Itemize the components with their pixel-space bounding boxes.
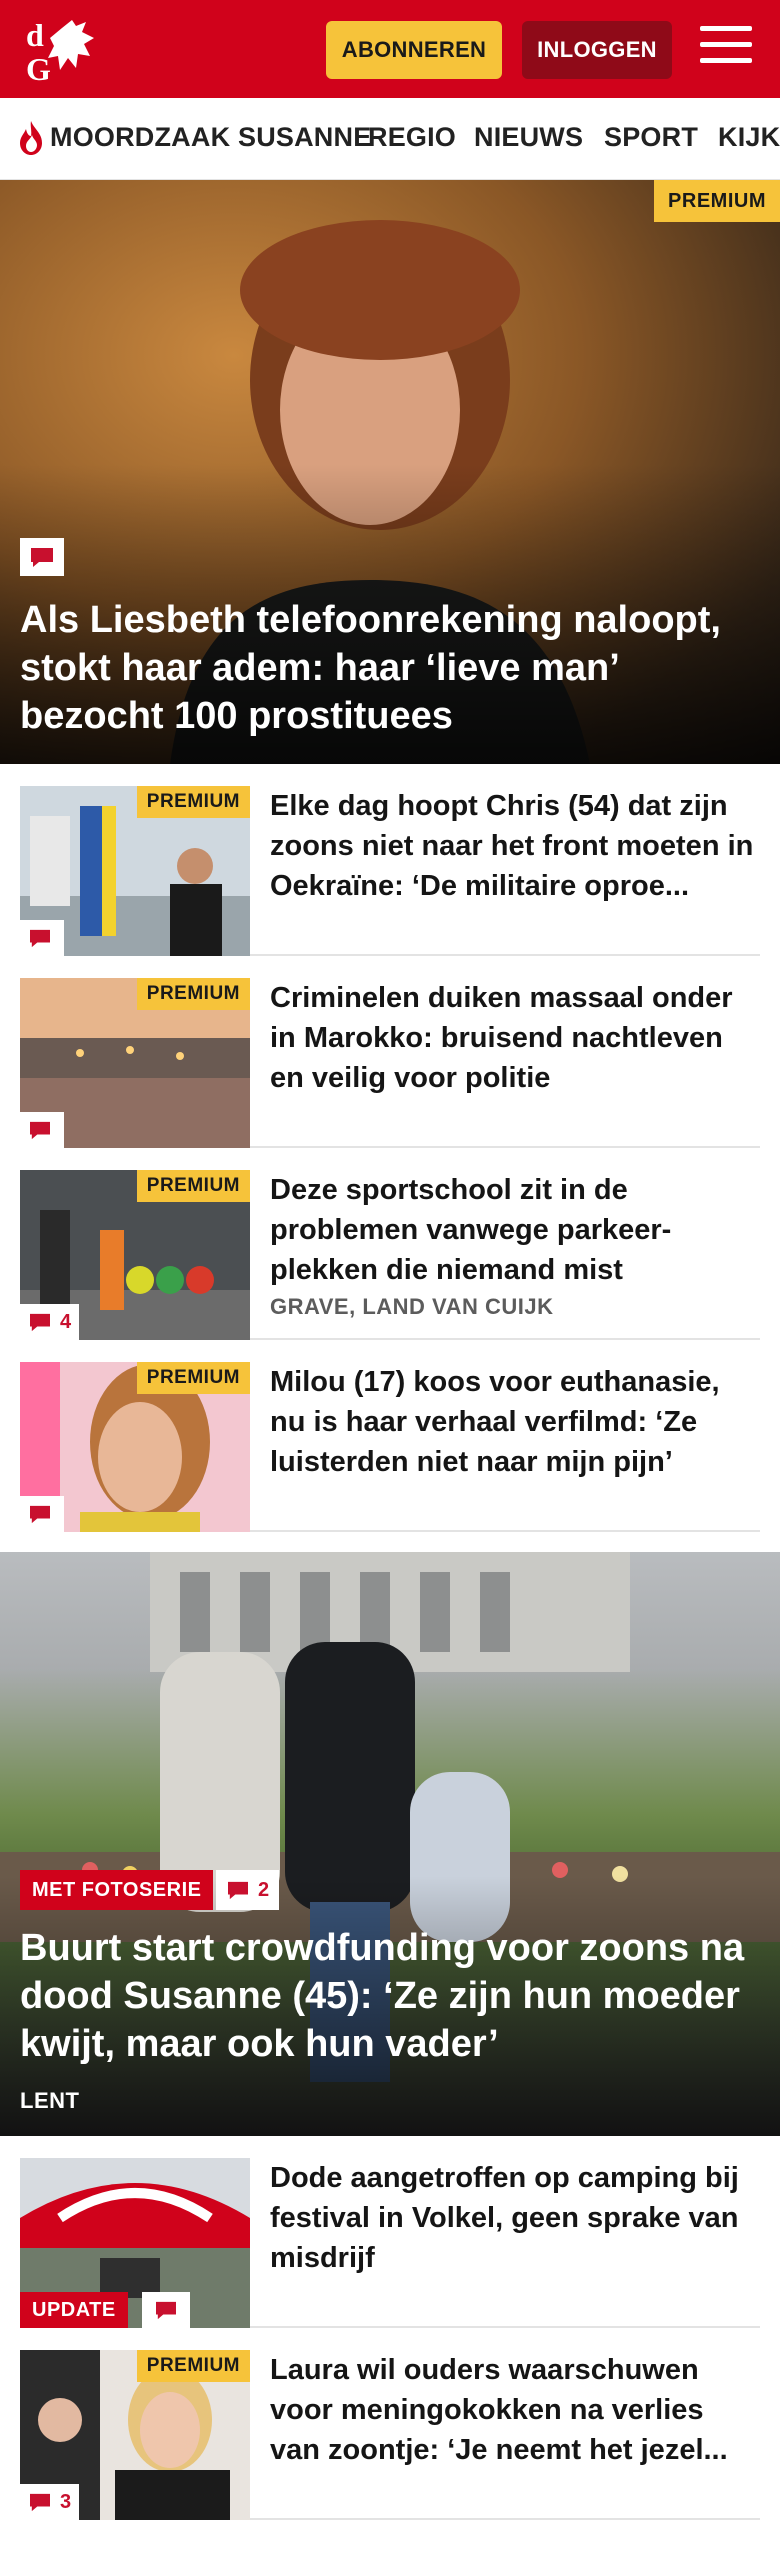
comment-count[interactable]: 2 [216, 1870, 280, 1910]
hero-title[interactable]: Als Liesbeth telefoonrekening naloopt, s… [20, 596, 750, 740]
subscribe-button[interactable]: ABONNEREN [326, 21, 502, 79]
premium-badge: PREMIUM [136, 786, 250, 818]
svg-text:G: G [26, 51, 51, 86]
comment-icon[interactable] [20, 1496, 64, 1532]
premium-badge: PREMIUM [136, 1362, 250, 1394]
article-thumbnail: UPDATE [20, 2158, 250, 2328]
comment-count[interactable]: 3 [20, 2484, 80, 2520]
premium-badge: PREMIUM [136, 2350, 250, 2382]
article-thumbnail: PREMIUM [20, 1362, 250, 1532]
premium-badge: PREMIUM [136, 1170, 250, 1202]
article-title[interactable]: Dode aangetroffen op camping bij festiva… [270, 2158, 760, 2278]
top-bar: d G ABONNEREN INLOGGEN [0, 0, 780, 98]
comment-count-value: 4 [60, 1310, 72, 1333]
nav-item-regio[interactable]: REGIO [368, 122, 456, 153]
comment-count-value: 2 [258, 1878, 270, 1901]
comment-icon[interactable] [142, 2292, 190, 2328]
svg-text:d: d [26, 17, 44, 53]
hero-article[interactable]: PREMIUM Als Liesbeth telefoonrekening na… [0, 180, 780, 764]
premium-badge: PREMIUM [654, 180, 780, 222]
comment-icon [30, 1313, 50, 1332]
nav-item-nieuws[interactable]: NIEUWS [474, 122, 583, 153]
article-title[interactable]: Criminelen duiken massaal onder in Marok… [270, 978, 760, 1098]
comment-count-value: 3 [60, 2490, 72, 2513]
article-title[interactable]: Milou (17) koos voor euthanasie, nu is h… [270, 1362, 760, 1482]
photo-series-tag: MET FOTOSERIE [20, 1870, 214, 1910]
list-item[interactable]: PREMIUM Criminelen duiken massaal onder … [20, 956, 760, 1148]
login-button[interactable]: INLOGGEN [522, 21, 672, 79]
article-thumbnail: PREMIUM 3 [20, 2350, 250, 2520]
premium-badge: PREMIUM [136, 978, 250, 1010]
comment-icon[interactable] [20, 538, 64, 576]
comment-icon[interactable] [20, 1112, 64, 1148]
list-item[interactable]: PREMIUM Milou (17) koos voor euthanasie,… [20, 1340, 760, 1532]
article-title[interactable]: Elke dag hoopt Chris (54) dat zijn zoons… [270, 786, 760, 906]
nav-item-moordzaak-susanne[interactable]: MOORDZAAK SUSANNE [50, 122, 371, 153]
featured-location: LENT [20, 2088, 80, 2113]
list-item[interactable]: UPDATE Dode aangetroffen op camping bij … [20, 2136, 760, 2328]
nav-item-kijk[interactable]: KIJK [718, 122, 780, 153]
section-nav: MOORDZAAK SUSANNE REGIO NIEUWS SPORT KIJ… [0, 98, 780, 180]
featured-title[interactable]: Buurt start crowdfunding voor zoons na d… [20, 1924, 760, 2068]
comment-icon [228, 1881, 248, 1900]
list-item[interactable]: PREMIUM 4 Deze sportschool zit in de pro… [20, 1148, 760, 1340]
logo[interactable]: d G [22, 14, 114, 86]
list-item[interactable]: PREMIUM Elke dag hoopt Chris (54) dat zi… [20, 764, 760, 956]
article-title[interactable]: Deze sportschool zit in de problemen van… [270, 1170, 760, 1290]
article-thumbnail: PREMIUM [20, 786, 250, 956]
update-tag: UPDATE [20, 2292, 128, 2328]
comment-icon[interactable] [20, 920, 64, 956]
featured-article[interactable]: MET FOTOSERIE 2 Buurt start crowdfunding… [0, 1552, 780, 2136]
flame-icon [20, 121, 42, 155]
article-location: GRAVE, LAND VAN CUIJK [270, 1294, 554, 1319]
nav-item-sport[interactable]: SPORT [604, 122, 698, 153]
list-item[interactable]: PREMIUM 3 Laura wil ouders waarschuwen v… [20, 2328, 760, 2520]
article-title[interactable]: Laura wil ouders waarschuwen voor mening… [270, 2350, 760, 2470]
article-thumbnail: PREMIUM [20, 978, 250, 1148]
comment-icon [30, 2493, 50, 2512]
comment-count[interactable]: 4 [20, 1304, 80, 1340]
hamburger-icon[interactable] [700, 26, 752, 72]
article-thumbnail: PREMIUM 4 [20, 1170, 250, 1340]
